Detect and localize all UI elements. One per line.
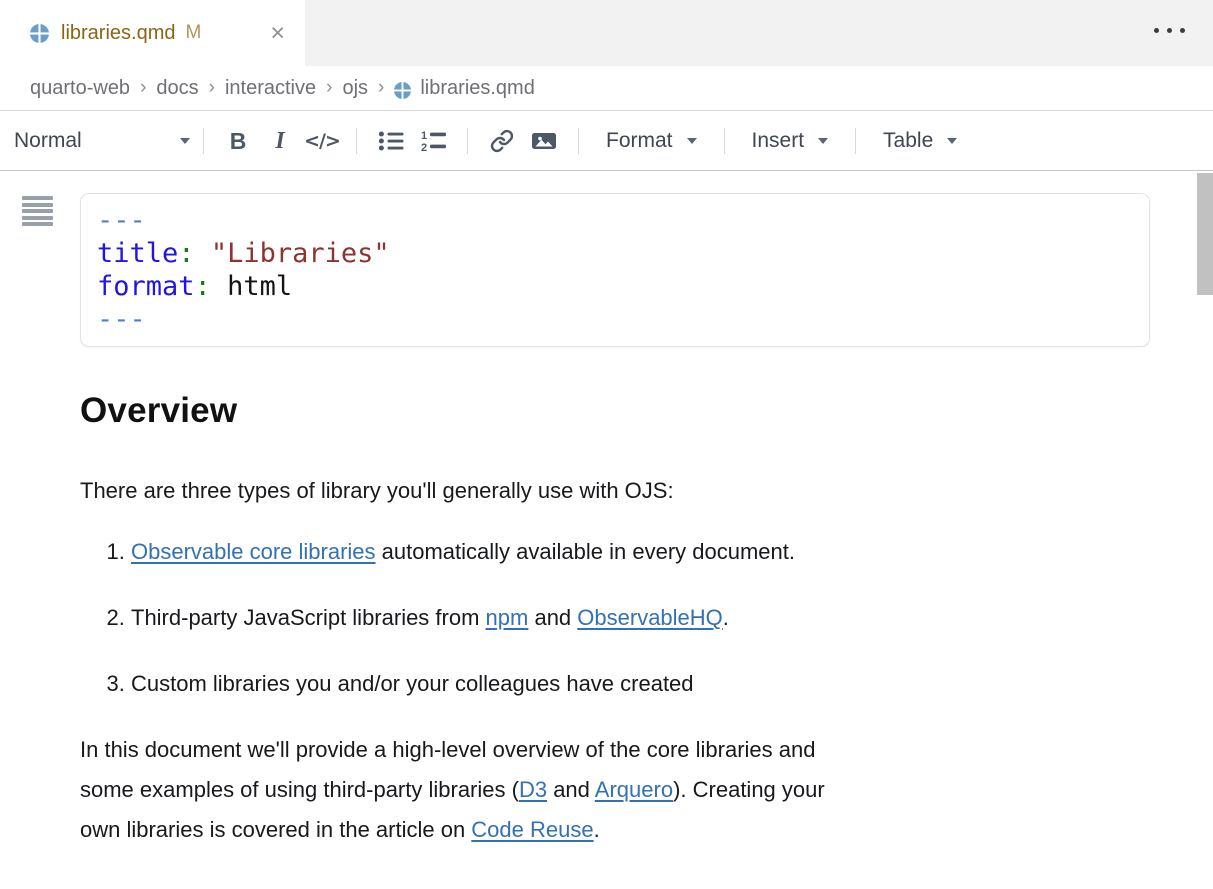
yaml-front-matter-block[interactable]: ---title: "Libraries"format: html--- (80, 193, 1150, 347)
paragraph-line: own libraries is covered in the article … (80, 810, 1213, 850)
numbered-list-icon: 1 2 (420, 129, 447, 153)
list-item: Third-party JavaScript libraries from np… (131, 598, 1213, 638)
toolbar-divider (855, 128, 856, 154)
table-menu-label: Table (883, 129, 933, 153)
editor-canvas[interactable]: ---title: "Libraries"format: html--- Ove… (0, 171, 1213, 889)
intro-paragraph: There are three types of library you'll … (80, 477, 1213, 505)
breadcrumb: quarto-web › docs › interactive › ojs › … (0, 66, 1213, 111)
breadcrumb-separator: › (378, 77, 384, 99)
format-menu[interactable]: Format (592, 129, 711, 153)
quarto-icon (30, 24, 49, 43)
doc-link[interactable]: Code Reuse (471, 817, 593, 842)
breadcrumb-item-quarto-web[interactable]: quarto-web (30, 77, 130, 100)
link-icon (490, 129, 514, 153)
code-button[interactable]: </> (301, 121, 343, 161)
closing-paragraph: In this document we'll provide a high-le… (80, 730, 1213, 850)
table-menu[interactable]: Table (869, 129, 971, 153)
formatting-toolbar: Normal B I </> 1 2 (0, 112, 1213, 171)
paragraph-style-value: Normal (14, 129, 82, 153)
toolbar-divider (356, 128, 357, 154)
paragraph-style-dropdown[interactable]: Normal (12, 129, 190, 153)
italic-button[interactable]: I (259, 121, 301, 161)
block-drag-handle-icon[interactable] (22, 196, 53, 229)
doc-link[interactable]: D3 (519, 777, 547, 802)
tab-libraries-qmd[interactable]: libraries.qmd M × (0, 0, 305, 66)
bullet-list-button[interactable] (370, 121, 412, 161)
close-icon[interactable]: × (270, 21, 285, 46)
tab-bar: libraries.qmd M × (0, 0, 1213, 66)
toolbar-divider (467, 128, 468, 154)
code-icon: </> (304, 130, 340, 152)
chevron-down-icon (818, 138, 828, 144)
breadcrumb-separator: › (209, 77, 215, 99)
insert-menu[interactable]: Insert (738, 129, 843, 153)
italic-icon: I (275, 128, 284, 155)
paragraph-line: some examples of using third-party libra… (80, 770, 1213, 810)
chevron-down-icon (687, 138, 697, 144)
breadcrumb-item-libraries-qmd[interactable]: libraries.qmd (420, 77, 534, 100)
vertical-scrollbar-thumb[interactable] (1197, 173, 1213, 295)
chevron-down-icon (947, 138, 957, 144)
tab-filename: libraries.qmd (61, 22, 175, 45)
doc-link[interactable]: npm (486, 605, 529, 630)
chevron-down-icon (180, 138, 190, 144)
insert-image-button[interactable] (523, 121, 565, 161)
svg-text:2: 2 (421, 142, 427, 153)
toolbar-divider (578, 128, 579, 154)
breadcrumb-item-docs[interactable]: docs (156, 77, 198, 100)
library-types-list: Observable core libraries automatically … (80, 532, 1213, 704)
toolbar-divider (724, 128, 725, 154)
doc-link[interactable]: Observable core libraries (131, 539, 376, 564)
toolbar-divider (203, 128, 204, 154)
bullet-list-icon (378, 129, 405, 153)
svg-text:1: 1 (421, 130, 427, 142)
breadcrumb-separator: › (326, 77, 332, 99)
doc-link[interactable]: Arquero (595, 777, 673, 802)
format-menu-label: Format (606, 129, 673, 153)
list-item: Custom libraries you and/or your colleag… (131, 664, 1213, 704)
list-item: Observable core libraries automatically … (131, 532, 1213, 572)
breadcrumb-item-ojs[interactable]: ojs (342, 77, 368, 100)
heading-overview: Overview (80, 391, 1213, 431)
numbered-list-button[interactable]: 1 2 (412, 121, 454, 161)
paragraph-line: In this document we'll provide a high-le… (80, 730, 1213, 770)
insert-link-button[interactable] (481, 121, 523, 161)
bold-icon: B (230, 128, 247, 155)
doc-link[interactable]: ObservableHQ (577, 605, 723, 630)
breadcrumb-separator: › (140, 77, 146, 99)
image-icon (531, 129, 557, 153)
bold-button[interactable]: B (217, 121, 259, 161)
insert-menu-label: Insert (752, 129, 805, 153)
quarto-icon (394, 82, 411, 99)
modified-badge: M (185, 22, 201, 44)
breadcrumb-item-interactive[interactable]: interactive (225, 77, 316, 100)
more-actions-icon[interactable] (1154, 28, 1185, 33)
